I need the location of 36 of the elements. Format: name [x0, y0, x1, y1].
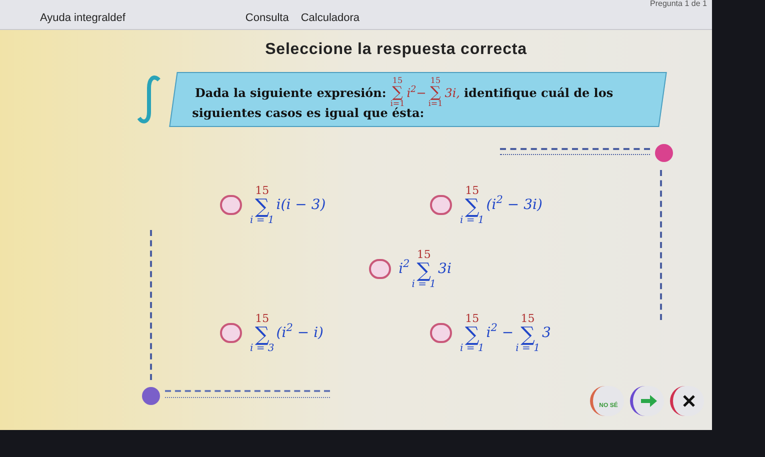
- sum-symbol: 15 ∑ i = 3: [250, 312, 274, 354]
- sum-symbol: 15 ∑ i = 1: [412, 248, 436, 290]
- dot-decoration: [142, 387, 160, 405]
- radio-button[interactable]: [220, 323, 242, 343]
- close-button[interactable]: [670, 386, 704, 416]
- menu-item[interactable]: Ayuda integraldef: [40, 10, 126, 26]
- radio-button[interactable]: [430, 323, 452, 343]
- radio-button[interactable]: [368, 259, 391, 279]
- sum-symbol: 15 ∑ i = 1: [516, 312, 540, 354]
- math-term: 3: [542, 324, 551, 342]
- math-term: 3i,: [444, 84, 460, 102]
- next-button[interactable]: [630, 386, 664, 416]
- sum-symbol: 15 ∑ i=1: [428, 77, 443, 108]
- math-term: i$^{2}$−: [406, 84, 426, 102]
- menu-item[interactable]: Calculadora: [300, 10, 360, 26]
- sum-symbol: 15 ∑ i = 1: [460, 184, 484, 226]
- question-text: siguientes casos es igual que ésta:: [192, 106, 424, 122]
- radio-button[interactable]: [220, 195, 242, 215]
- radio-button[interactable]: [430, 195, 452, 215]
- math-term: i(i − 3): [276, 196, 326, 214]
- question-text: identifique cuál de los: [464, 84, 614, 102]
- close-icon: [682, 395, 694, 407]
- math-term: 3i: [438, 260, 452, 278]
- math-term: i$^{2}$: [398, 258, 410, 278]
- sum-symbol: 15 ∑ i = 1: [250, 184, 274, 226]
- sum-symbol: 15 ∑ i=1: [390, 77, 405, 108]
- menu-item[interactable]: Consulta: [245, 10, 289, 26]
- math-term: (i$^{2}$ − i): [276, 322, 324, 342]
- heading: Seleccione la respuesta correcta: [265, 40, 527, 60]
- window-title: Pregunta 1 de 1: [650, 0, 707, 8]
- question-text: Dada la siguiente expresión:: [194, 84, 386, 102]
- math-term: (i$^{2}$ − 3i): [486, 194, 542, 214]
- sum-symbol: 15 ∑ i = 1: [460, 312, 484, 354]
- dot-decoration: [655, 144, 673, 162]
- arrow-icon: [640, 395, 656, 407]
- math-term: i$^{2}$ −: [486, 322, 514, 342]
